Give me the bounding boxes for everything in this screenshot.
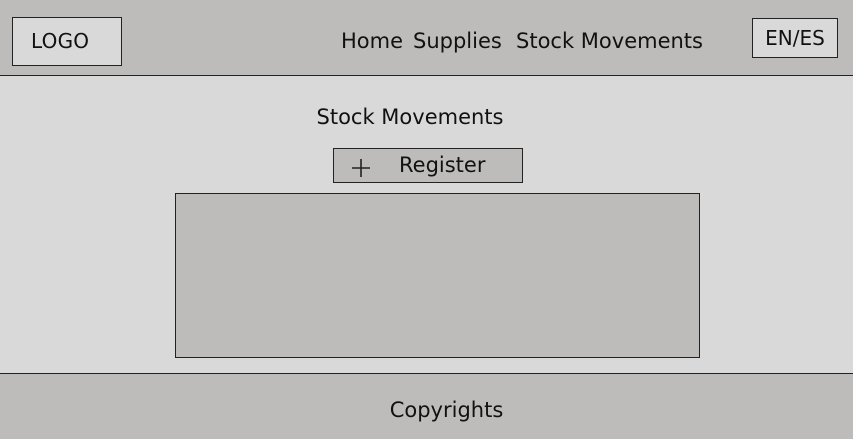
register-button-label: Register <box>399 153 486 177</box>
footer-bar: Copyrights <box>0 373 853 439</box>
register-button[interactable]: Register <box>333 148 523 183</box>
header-bar: LOGO Home Supplies Stock Movements EN/ES <box>0 0 853 76</box>
logo[interactable]: LOGO <box>12 17 122 66</box>
nav-stock-movements-link[interactable]: Stock Movements <box>516 27 703 55</box>
nav-supplies-link[interactable]: Supplies <box>413 27 502 55</box>
footer-copyright: Copyrights <box>389 398 504 422</box>
language-toggle-button[interactable]: EN/ES <box>752 18 838 58</box>
page-title: Stock Movements <box>316 105 504 129</box>
nav-home-link[interactable]: Home <box>341 27 403 55</box>
stock-movements-table <box>175 193 700 358</box>
plus-icon <box>352 159 370 177</box>
